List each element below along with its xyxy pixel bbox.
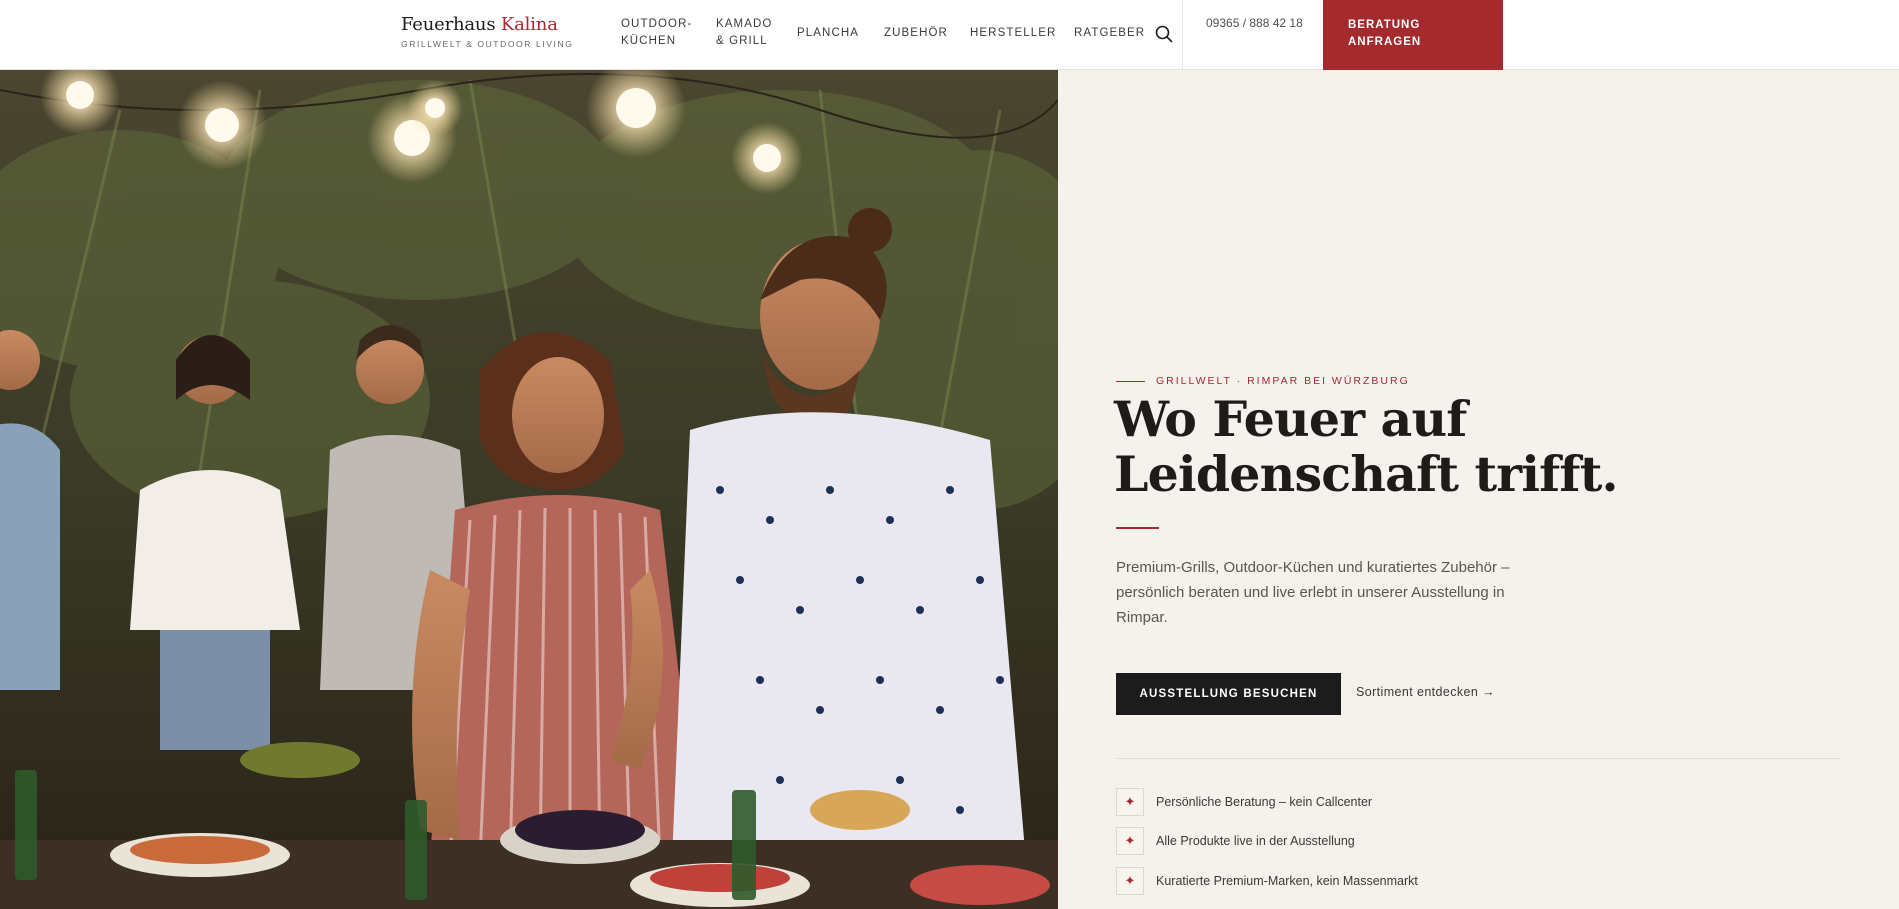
hero-image bbox=[0, 70, 1058, 909]
nav-item-label: RATGEBER bbox=[1074, 27, 1146, 39]
headline-line: Leidenschaft trifft. bbox=[1114, 445, 1619, 503]
search-icon bbox=[1155, 25, 1173, 43]
logo-tagline: GRILLWELT & OUTDOOR LIVING bbox=[401, 39, 574, 49]
logo-name-text: Feuerhaus bbox=[401, 14, 496, 35]
consultation-request-button[interactable]: BERATUNG ANFRAGEN bbox=[1323, 0, 1503, 70]
nav-item-label: KAMADO bbox=[716, 18, 773, 30]
sparkle-icon: ✦ bbox=[1116, 788, 1144, 816]
nav-item-plancha[interactable]: PLANCHA bbox=[797, 25, 859, 42]
eyebrow-text: GRILLWELT · RIMPAR BEI WÜRZBURG bbox=[1156, 375, 1410, 387]
visit-showroom-button[interactable]: AUSSTELLUNG BESUCHEN bbox=[1116, 673, 1341, 715]
feature-text: Kuratierte Premium-Marken, kein Massenma… bbox=[1156, 874, 1418, 888]
logo-accent-text: Kalina bbox=[500, 14, 558, 35]
feature-item: ✦ Alle Produkte live in der Ausstellung bbox=[1116, 827, 1355, 855]
nav-item-outdoor-kuechen[interactable]: OUTDOOR- KÜCHEN bbox=[621, 16, 692, 50]
headline-line: Wo Feuer auf bbox=[1114, 390, 1467, 448]
nav-item-label: KÜCHEN bbox=[621, 35, 677, 47]
nav-item-label: ZUBEHÖR bbox=[884, 27, 948, 39]
divider bbox=[1116, 758, 1840, 759]
search-button[interactable] bbox=[1154, 24, 1174, 44]
sparkle-icon: ✦ bbox=[1116, 827, 1144, 855]
hero-photo-illustration bbox=[0, 70, 1058, 909]
nav-item-kamado-grill[interactable]: KAMADO & GRILL bbox=[716, 16, 772, 50]
phone-number-link[interactable]: 09365 / 888 42 18 bbox=[1206, 15, 1306, 32]
sparkle-icon: ✦ bbox=[1116, 867, 1144, 895]
nav-item-label: & GRILL bbox=[716, 35, 768, 47]
site-header: Feuerhaus Kalina GRILLWELT & OUTDOOR LIV… bbox=[0, 0, 1899, 70]
nav-item-label: OUTDOOR- bbox=[621, 18, 693, 30]
nav-item-ratgeber[interactable]: RATGEBER bbox=[1074, 25, 1145, 42]
feature-text: Alle Produkte live in der Ausstellung bbox=[1156, 834, 1355, 848]
hero-eyebrow: GRILLWELT · RIMPAR BEI WÜRZBURG bbox=[1116, 375, 1410, 387]
discover-range-link[interactable]: Sortiment entdecken → bbox=[1356, 685, 1495, 699]
nav-item-label: HERSTELLER bbox=[970, 27, 1057, 39]
hero-headline: Wo Feuer auf Leidenschaft trifft. bbox=[1114, 390, 1619, 503]
headline-rule bbox=[1116, 527, 1159, 529]
phone-box: 09365 / 888 42 18 bbox=[1182, 0, 1323, 70]
nav-item-zubehoer[interactable]: ZUBEHÖR bbox=[884, 25, 948, 42]
nav-item-label: PLANCHA bbox=[797, 27, 860, 39]
feature-item: ✦ Kuratierte Premium-Marken, kein Massen… bbox=[1116, 867, 1418, 895]
consultation-request-label: BERATUNG ANFRAGEN bbox=[1348, 19, 1422, 48]
nav-item-hersteller[interactable]: HERSTELLER bbox=[970, 25, 1056, 42]
hero-lead: Premium-Grills, Outdoor-Küchen und kurat… bbox=[1116, 559, 1510, 626]
logo-wordmark: Feuerhaus Kalina bbox=[401, 14, 573, 35]
logo[interactable]: Feuerhaus Kalina GRILLWELT & OUTDOOR LIV… bbox=[401, 14, 573, 49]
eyebrow-rule bbox=[1116, 380, 1145, 382]
feature-item: ✦ Persönliche Beratung – kein Callcenter bbox=[1116, 788, 1372, 816]
feature-text: Persönliche Beratung – kein Callcenter bbox=[1156, 795, 1373, 809]
